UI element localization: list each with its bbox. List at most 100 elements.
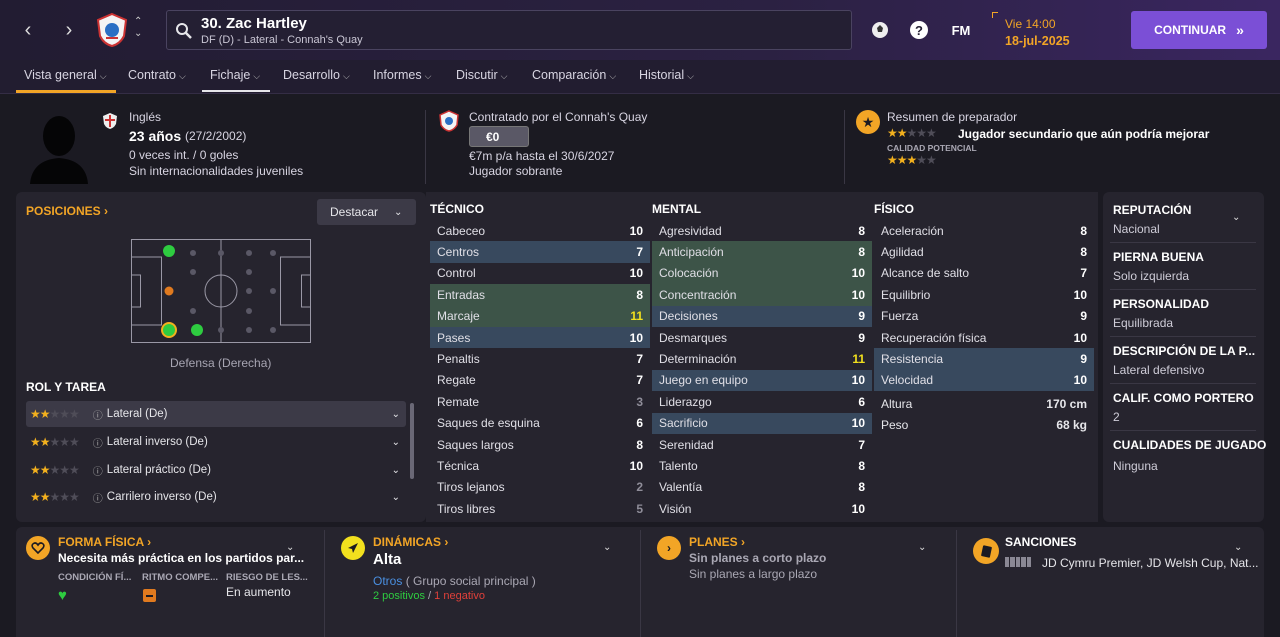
help-icon[interactable]: ? [907, 18, 931, 42]
contracted-by: Contratado por el Connah's Quay [469, 110, 648, 124]
attribute-row[interactable]: Marcaje 11 [430, 305, 650, 327]
plans-title-link[interactable]: PLANES › [689, 535, 745, 549]
attribute-row[interactable]: Fuerza 9 [874, 306, 1094, 327]
value-badge[interactable]: €0 [469, 126, 529, 147]
attribute-row[interactable]: Penaltis 7 [430, 348, 650, 369]
attribute-value: 8 [858, 480, 865, 495]
attribute-row[interactable]: Sacrificio 10 [652, 412, 872, 434]
attribute-row[interactable]: Regate 7 [430, 370, 650, 391]
info-divider [1110, 336, 1256, 337]
attribute-value: 3 [636, 394, 643, 409]
social-group-link[interactable]: Otros [373, 574, 402, 588]
attribute-row[interactable]: Decisiones 9 [652, 305, 872, 327]
tab-label: Informes [373, 68, 422, 82]
role-item[interactable]: ★★★★★ ⓘ Lateral (De) ⌄ [26, 401, 406, 427]
roles-scrollbar[interactable] [410, 403, 414, 479]
club-switch-icon[interactable]: ⌃ ⌄ [134, 16, 142, 40]
forward-arrow-icon[interactable]: › [55, 14, 83, 46]
personality-value: Equilibrada [1113, 316, 1174, 330]
continue-button[interactable]: CONTINUAR » [1131, 11, 1267, 49]
fitness-text: Necesita más práctica en los partidos pa… [58, 551, 305, 565]
attribute-name: Entradas [437, 287, 486, 302]
role-item[interactable]: ★★★★★ ⓘ Carrilero inverso (De) ⌄ [26, 484, 406, 510]
attribute-name: Aceleración [881, 223, 944, 238]
tab-overview[interactable]: Vista general ⌵ [24, 68, 107, 82]
attribute-row[interactable]: Resistencia 9 [874, 348, 1094, 370]
attribute-row[interactable]: Saques largos 8 [430, 434, 650, 455]
chevron-down-icon[interactable]: ⌄ [1234, 542, 1242, 553]
fm-menu-button[interactable]: FM [946, 18, 976, 42]
attribute-name: Marcaje [437, 309, 480, 324]
attribute-row[interactable]: Tiros libres 5 [430, 498, 650, 519]
description-value: Lateral defensivo [1113, 363, 1205, 377]
chevron-down-icon[interactable]: ⌄ [918, 542, 926, 553]
tab-history[interactable]: Historial ⌵ [639, 68, 694, 82]
attribute-row[interactable]: Serenidad 7 [652, 434, 872, 455]
heart-icon [26, 536, 50, 560]
attribute-row[interactable]: Pases 10 [430, 327, 650, 349]
attribute-row[interactable]: Centros 7 [430, 241, 650, 263]
attribute-row[interactable]: Concentración 10 [652, 284, 872, 306]
attribute-row[interactable]: Saques de esquina 6 [430, 413, 650, 434]
positions-title-link[interactable]: POSICIONES › [26, 204, 108, 218]
tab-comparison[interactable]: Comparación ⌵ [532, 68, 616, 82]
role-stars: ★★★★★ [30, 463, 80, 477]
attribute-row[interactable]: Equilibrio 10 [874, 284, 1094, 305]
tab-contract[interactable]: Contrato ⌵ [128, 68, 186, 82]
attribute-name: Alcance de salto [881, 266, 970, 281]
chevron-down-icon[interactable]: ⌄ [603, 542, 611, 553]
attribute-row[interactable]: Velocidad 10 [874, 369, 1094, 392]
attribute-row[interactable]: Entradas 8 [430, 284, 650, 306]
pitch-caption: Defensa (Derecha) [170, 356, 272, 370]
attribute-row[interactable]: Liderazgo 6 [652, 391, 872, 412]
tab-development[interactable]: Desarrollo ⌵ [283, 68, 350, 82]
back-arrow-icon[interactable]: ‹ [14, 14, 42, 46]
attribute-row[interactable]: Agresividad 8 [652, 220, 872, 241]
attribute-row[interactable]: Anticipación 8 [652, 241, 872, 263]
chevron-down-icon: ⌄ [391, 408, 400, 420]
attribute-name: Remate [437, 394, 480, 409]
tab-reports[interactable]: Informes ⌵ [373, 68, 431, 82]
attribute-row[interactable]: Valentía 8 [652, 477, 872, 498]
role-stars: ★★★★★ [30, 490, 80, 504]
player-search-box[interactable]: 30. Zac Hartley DF (D) - Lateral - Conna… [166, 10, 852, 50]
highlight-dropdown[interactable]: Destacar ⌄ [317, 199, 416, 225]
attribute-row[interactable]: Determinación 11 [652, 348, 872, 369]
plans-chevron-icon: › [657, 536, 681, 560]
attribute-row[interactable]: Recuperación física 10 [874, 327, 1094, 348]
positives-count: 2 positivos [373, 590, 425, 602]
attribute-row[interactable]: Talento 8 [652, 455, 872, 476]
role-item[interactable]: ★★★★★ ⓘ Lateral inverso (De) ⌄ [26, 429, 406, 455]
attribute-row[interactable]: Visión 10 [652, 498, 872, 519]
chevron-down-icon: ⌄ [394, 206, 403, 218]
attribute-row[interactable]: Juego en equipo 10 [652, 369, 872, 392]
attribute-row[interactable]: Tiros lejanos 2 [430, 477, 650, 498]
attribute-row[interactable]: Técnica 10 [430, 455, 650, 476]
foot-title: PIERNA BUENA [1113, 250, 1204, 264]
attribute-row[interactable]: Alcance de salto 7 [874, 263, 1094, 284]
chevron-down-icon[interactable]: ⌄ [286, 542, 294, 553]
dynamics-title-link[interactable]: DINÁMICAS › [373, 535, 448, 549]
attribute-row[interactable]: Agilidad 8 [874, 241, 1094, 262]
fitness-title-link[interactable]: FORMA FÍSICA › [58, 535, 151, 549]
attribute-row[interactable]: Colocación 10 [652, 262, 872, 285]
attribute-row[interactable]: Aceleración 8 [874, 220, 1094, 241]
tab-discuss[interactable]: Discutir ⌵ [456, 68, 508, 82]
attribute-row[interactable]: Control 10 [430, 263, 650, 284]
attribute-value: 10 [1073, 373, 1087, 388]
ball-icon[interactable] [868, 18, 892, 42]
club-crest-icon[interactable] [94, 12, 130, 48]
player-title: 30. Zac Hartley [201, 15, 307, 32]
info-icon: ⓘ [92, 438, 103, 450]
attribute-row[interactable]: Remate 3 [430, 391, 650, 412]
card-divider [324, 530, 325, 637]
attribute-value: 2 [636, 480, 643, 495]
tab-bar: Vista general ⌵ Contrato ⌵ Fichaje ⌵ Desarr… [0, 60, 1280, 94]
attribute-row[interactable]: Desmarques 9 [652, 327, 872, 348]
attribute-row[interactable]: Cabeceo 10 [430, 220, 650, 241]
chevron-down-icon[interactable]: ⌄ [1232, 212, 1240, 223]
tab-transfer[interactable]: Fichaje ⌵ [210, 68, 260, 82]
svg-text:?: ? [915, 23, 923, 38]
mental-title: MENTAL [652, 202, 702, 216]
role-item[interactable]: ★★★★★ ⓘ Lateral práctico (De) ⌄ [26, 457, 406, 483]
